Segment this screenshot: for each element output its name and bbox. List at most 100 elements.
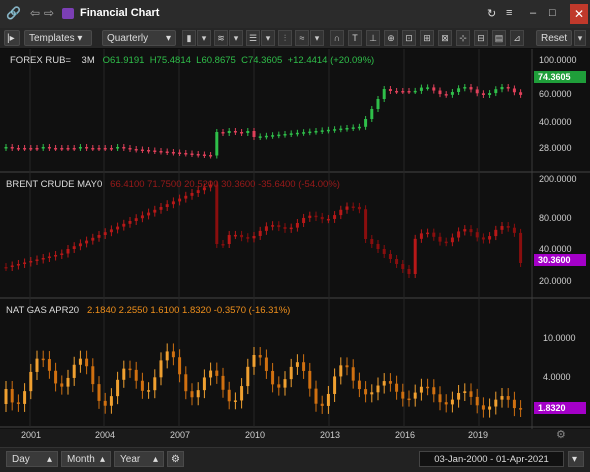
forex-candle — [240, 132, 244, 134]
refresh-icon[interactable]: ↻ — [487, 7, 496, 20]
forex-candle — [376, 99, 380, 109]
back-arrow-icon[interactable]: ⇦ — [30, 6, 40, 20]
year-label: Year — [120, 454, 141, 465]
forex-candle — [35, 148, 39, 150]
zoom-icon[interactable]: ⊕ — [384, 30, 398, 46]
day-dropdown[interactable]: Day ▴ — [6, 451, 58, 467]
print-icon[interactable]: ▤ — [492, 30, 506, 46]
more-chevron-icon[interactable]: ▾ — [574, 30, 586, 46]
brent-candle — [233, 234, 237, 237]
reset-button[interactable]: Reset — [536, 30, 572, 46]
period-dropdown[interactable]: Quarterly ▾ — [102, 30, 176, 46]
brent-candle — [488, 236, 492, 240]
brent-candle — [320, 216, 324, 220]
natgas-candle — [419, 386, 423, 393]
natgas-candle — [140, 380, 144, 391]
forex-candle — [500, 87, 504, 90]
forex-candle — [494, 89, 498, 94]
study-icon[interactable]: ≋ — [214, 30, 228, 46]
natgas-candle — [134, 369, 138, 381]
x-axis-label: 2001 — [21, 430, 42, 440]
ruler-icon[interactable]: ⊥ — [366, 30, 380, 46]
zoom-area-icon[interactable]: ⊞ — [420, 30, 434, 46]
study-chevron-icon[interactable]: ▾ — [229, 30, 243, 46]
candlestick-icon[interactable]: ▮ — [182, 30, 196, 46]
minimize-icon[interactable]: – — [530, 7, 536, 19]
wave-chevron-icon[interactable]: ▾ — [310, 30, 324, 46]
chart-canvas[interactable] — [0, 49, 590, 429]
collapse-panel-icon[interactable]: |▸ — [4, 30, 20, 46]
natgas-candle — [339, 365, 343, 377]
list-icon[interactable]: ☰ — [246, 30, 260, 46]
date-range-display[interactable]: 03-Jan-2000 - 01-Apr-2021 — [419, 451, 564, 467]
brent-candle — [171, 201, 175, 205]
forex-candle — [97, 148, 101, 150]
brent-candle — [240, 234, 244, 238]
natgas-candle — [283, 379, 287, 388]
brent-candle — [85, 240, 89, 244]
forex-candle — [209, 155, 213, 157]
magnet-icon[interactable]: ∩ — [330, 30, 344, 46]
brent-candle — [165, 204, 169, 207]
templates-dropdown[interactable]: Templates ▾ — [24, 30, 92, 46]
forex-candle — [295, 132, 299, 135]
chart-type-chevron-icon[interactable]: ▾ — [197, 30, 211, 46]
natgas-candle — [190, 391, 194, 398]
brent-candle — [494, 229, 498, 237]
templates-label: Templates — [29, 33, 75, 44]
natgas-candle — [506, 396, 510, 400]
forex-candle — [153, 150, 157, 152]
brent-candle — [295, 222, 299, 228]
forex-candle — [171, 152, 175, 154]
forex-low: L60.8675 — [196, 55, 236, 66]
brent-candle — [184, 195, 188, 199]
natgas-candle — [444, 402, 448, 405]
month-dropdown[interactable]: Month ▴ — [61, 451, 111, 467]
close-icon[interactable]: ✕ — [570, 4, 588, 24]
natgas-candle — [345, 365, 349, 368]
brent-candle — [463, 229, 467, 232]
brent-candle — [339, 209, 343, 216]
maximize-icon[interactable]: □ — [549, 7, 556, 19]
fit-icon[interactable]: ⊡ — [402, 30, 416, 46]
forex-candle — [47, 147, 51, 149]
natgas-candle — [271, 370, 275, 385]
brent-candle — [370, 239, 374, 244]
compare-icon[interactable]: ⫶ — [278, 30, 292, 46]
brent-candle — [376, 244, 380, 249]
brent-last-price-tag: 30.3600 — [534, 254, 586, 266]
menu-icon[interactable]: ≡ — [506, 7, 512, 19]
calendar-chevron-icon[interactable]: ▾ — [568, 451, 584, 467]
export-icon[interactable]: ⊟ — [474, 30, 488, 46]
list-chevron-icon[interactable]: ▾ — [261, 30, 275, 46]
brent-axis-label: 200.0000 — [539, 174, 577, 184]
zoom-in-icon[interactable]: ⊠ — [438, 30, 452, 46]
brent-axis-label: 20.0000 — [539, 276, 572, 286]
forex-pane-label: FOREX RUB= 3M O61.9191 H75.4814 L60.8675… — [10, 55, 374, 66]
natgas-candle — [209, 370, 213, 378]
natgas-candle — [302, 362, 306, 371]
brent-candle — [147, 212, 151, 216]
natgas-candle — [178, 357, 182, 375]
chart-settings-icon[interactable]: ⊿ — [510, 30, 524, 46]
forward-arrow-icon[interactable]: ⇨ — [44, 6, 54, 20]
gear-icon[interactable]: ⚙ — [167, 451, 184, 467]
forex-candle — [457, 88, 461, 93]
brent-candle — [23, 262, 27, 264]
crosshair-icon[interactable]: ⊹ — [456, 30, 470, 46]
forex-candle — [264, 135, 268, 138]
forex-candle — [16, 148, 20, 150]
natgas-candle — [215, 370, 219, 376]
forex-candle — [419, 87, 423, 91]
chart-area[interactable] — [0, 49, 590, 429]
link-icon[interactable]: 🔗 — [6, 6, 21, 20]
axis-settings-icon[interactable]: ⚙ — [556, 428, 566, 441]
forex-axis-label: 60.0000 — [539, 89, 572, 99]
text-tool-icon[interactable]: T — [348, 30, 362, 46]
brent-candle — [351, 206, 355, 209]
wave-icon[interactable]: ≈ — [295, 30, 309, 46]
natgas-symbol: NAT GAS APR20 — [6, 305, 80, 316]
year-dropdown[interactable]: Year ▴ — [114, 451, 164, 467]
forex-candle — [289, 133, 293, 135]
x-axis-label: 2007 — [170, 430, 191, 440]
